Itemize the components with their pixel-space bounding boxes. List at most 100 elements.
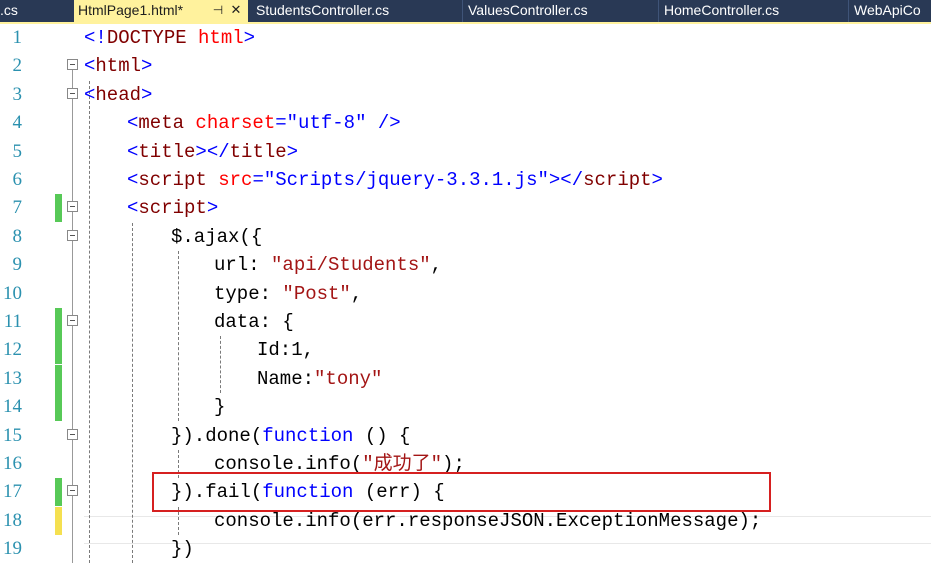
tab-label: HtmlPage1.html* — [78, 2, 184, 18]
code-token: "Post" — [282, 282, 351, 305]
close-icon[interactable]: ✕ — [228, 0, 244, 22]
line-number: 1 — [12, 27, 23, 48]
code-text: } — [214, 393, 225, 421]
code-line[interactable]: 4 <meta charset="utf-8" /> — [0, 109, 931, 137]
code-token: Name: — [257, 367, 315, 390]
code-line[interactable]: 11 data: { — [0, 308, 931, 336]
code-token: () { — [353, 424, 411, 447]
code-line[interactable]: 14} — [0, 393, 931, 422]
code-text: $.ajax({ — [171, 223, 262, 251]
code-line[interactable]: 10 type: "Post", — [0, 280, 931, 308]
code-token: type: — [214, 282, 283, 305]
code-token: ></ — [195, 140, 230, 163]
code-token: < — [127, 197, 139, 220]
unsaved-change-marker — [55, 506, 62, 535]
code-token: > — [286, 140, 299, 163]
collapse-minus-icon[interactable] — [67, 428, 78, 440]
code-text: <meta charset="utf-8" /> — [127, 109, 401, 137]
collapse-minus-icon[interactable] — [67, 87, 78, 99]
line-number: 2 — [12, 55, 23, 77]
code-line[interactable]: 3 <head> — [0, 81, 931, 109]
line-number: 15 — [3, 424, 22, 446]
tab-separator — [658, 0, 659, 22]
saved-change-marker — [55, 364, 62, 393]
tab-webapico[interactable]: WebApiCo — [848, 0, 931, 22]
code-token: < — [127, 112, 139, 135]
code-text: <title></title> — [127, 138, 298, 166]
code-line[interactable]: 15 }).done(function () { — [0, 422, 931, 450]
tab-htmlpage1-html[interactable]: HtmlPage1.html* ⊣ ✕ — [74, 0, 248, 22]
code-line[interactable]: 8 $.ajax({ — [0, 223, 931, 251]
code-token: "api/Students" — [271, 254, 431, 277]
tab-studentscontroller-cs[interactable]: StudentsController.cs — [250, 0, 462, 22]
code-token: meta — [138, 112, 196, 135]
code-line[interactable]: 9 url: "api/Students", — [0, 251, 931, 279]
code-token: function — [262, 424, 354, 447]
line-number: 3 — [12, 83, 23, 105]
line-number: 7 — [12, 197, 23, 219]
tab-homecontroller-cs[interactable]: HomeController.cs — [658, 0, 848, 22]
code-token: title — [229, 140, 287, 163]
code-token: < — [127, 140, 139, 163]
code-token: , — [430, 254, 443, 277]
code-token: console.info(err.responseJSON.ExceptionM… — [214, 509, 762, 532]
collapse-minus-icon[interactable] — [67, 201, 78, 213]
line-number: 5 — [12, 140, 23, 162]
code-line[interactable]: 5 <title></title> — [0, 138, 931, 166]
code-token: }).done( — [171, 424, 263, 447]
code-token: "utf-8" — [286, 112, 367, 135]
code-token: > — [141, 83, 153, 106]
highlight-annotation-box — [152, 472, 771, 512]
code-token: > — [206, 197, 219, 220]
code-token: charset — [195, 112, 276, 135]
line-number: 14 — [3, 396, 22, 418]
line-number: 4 — [12, 112, 23, 134]
code-text: type: "Post", — [214, 280, 362, 308]
code-token: < — [84, 83, 96, 106]
code-line[interactable]: 13 Name:"tony" — [0, 364, 931, 393]
code-line[interactable]: 19}) — [0, 535, 931, 563]
code-token: script — [138, 197, 207, 220]
code-token: = — [252, 169, 264, 191]
code-text: Id:1, — [257, 336, 314, 364]
line-number: 12 — [3, 339, 22, 361]
code-token: url: — [214, 254, 272, 277]
line-number: 10 — [3, 282, 22, 304]
code-text: }).done(function () { — [171, 422, 410, 450]
line-number: 16 — [3, 453, 22, 474]
code-token: < — [127, 169, 139, 191]
line-number: 9 — [12, 254, 23, 276]
code-text: Name:"tony" — [257, 365, 382, 393]
saved-change-marker — [55, 336, 62, 365]
code-line[interactable]: 7 <script> — [0, 194, 931, 223]
saved-change-marker — [55, 308, 62, 336]
code-text: <script> — [127, 194, 218, 222]
code-token: < — [84, 55, 96, 78]
code-token: $.ajax({ — [171, 225, 263, 248]
code-text: data: { — [214, 308, 294, 336]
saved-change-marker — [55, 393, 62, 422]
line-number: 18 — [3, 509, 22, 531]
pin-icon[interactable]: ⊣ — [210, 0, 226, 22]
tab-valuescontroller-cs[interactable]: ValuesController.cs — [462, 0, 658, 22]
code-token: } — [214, 396, 226, 419]
line-number: 19 — [3, 538, 22, 560]
code-token: html — [95, 55, 142, 78]
collapse-minus-icon[interactable] — [67, 315, 78, 326]
saved-change-marker — [55, 478, 62, 507]
code-line[interactable]: 2 <html> — [0, 52, 931, 80]
code-token: "Scripts/jquery-3.3.1.js" — [263, 169, 549, 191]
code-line[interactable]: 1 <!DOCTYPE html> — [0, 24, 931, 52]
saved-change-marker — [55, 194, 62, 223]
code-line[interactable]: 12 Id:1, — [0, 336, 931, 365]
tab-cs[interactable]: .cs — [0, 0, 74, 22]
tab-label: .cs — [0, 2, 18, 18]
collapse-minus-icon[interactable] — [67, 59, 78, 71]
collapse-minus-icon[interactable] — [67, 229, 78, 241]
line-number: 8 — [12, 225, 23, 247]
code-line[interactable]: 6 <script src="Scripts/jquery-3.3.1.js"><… — [0, 166, 931, 194]
code-token: ></ — [548, 169, 584, 191]
collapse-minus-icon[interactable] — [67, 485, 78, 497]
code-token: = — [275, 112, 287, 135]
code-token: script — [138, 169, 219, 191]
